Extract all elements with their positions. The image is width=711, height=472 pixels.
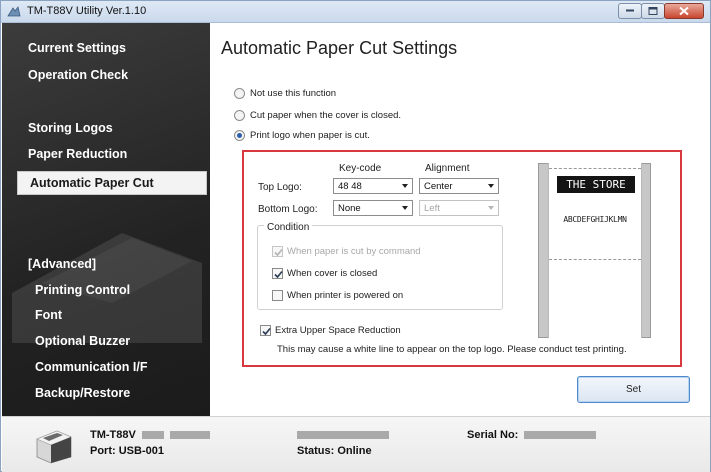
window-controls <box>618 3 704 19</box>
cut-line <box>549 259 641 260</box>
sidebar-item-storing-logos[interactable]: Storing Logos <box>28 121 113 135</box>
select-value: Left <box>424 203 440 214</box>
sidebar-item-automatic-paper-cut[interactable]: Automatic Paper Cut <box>17 171 207 195</box>
sidebar-section-advanced: [Advanced] <box>28 257 97 271</box>
bottom-logo-label: Bottom Logo: <box>258 204 318 215</box>
title-bar: TM-T88V Utility Ver.1.10 <box>1 1 710 23</box>
radio-print-logo-when-cut[interactable] <box>234 130 245 141</box>
chevron-down-icon <box>488 206 494 210</box>
option-label: Not use this function <box>250 88 337 99</box>
checkbox-label: When paper is cut by command <box>287 246 421 257</box>
select-value: None <box>338 203 361 214</box>
top-logo-keycode-select[interactable]: 48 48 <box>333 178 413 194</box>
test-printing-note: This may cause a white line to appear on… <box>277 344 627 355</box>
status-extra <box>297 429 389 441</box>
radio-cut-when-cover-closed[interactable] <box>234 110 245 121</box>
keycode-header: Key-code <box>339 163 382 174</box>
condition-powered-on[interactable]: When printer is powered on <box>272 290 403 301</box>
page-title: Automatic Paper Cut Settings <box>221 38 458 58</box>
app-icon <box>7 6 21 17</box>
sidebar-item-printing-control[interactable]: Printing Control <box>35 283 130 297</box>
top-logo-label: Top Logo: <box>258 182 302 193</box>
bottom-logo-keycode-select[interactable]: None <box>333 200 413 216</box>
option-label: Cut paper when the cover is closed. <box>250 110 402 121</box>
status-info: Status: Online <box>297 445 372 457</box>
checkbox-label: When printer is powered on <box>287 290 404 301</box>
sidebar-item-communication-if[interactable]: Communication I/F <box>35 360 148 374</box>
serial-label: Serial No: <box>467 429 519 441</box>
option-print-logo-when-cut[interactable]: Print logo when paper is cut. <box>234 130 370 141</box>
printer-icon <box>36 430 72 464</box>
sidebar-item-operation-check[interactable]: Operation Check <box>28 68 128 82</box>
chevron-down-icon <box>402 206 408 210</box>
sidebar-item-paper-reduction[interactable]: Paper Reduction <box>28 147 127 161</box>
sidebar-item-current-settings[interactable]: Current Settings <box>28 41 126 55</box>
checkbox-powered-on[interactable] <box>272 290 283 301</box>
serial-number: Serial No: <box>467 429 597 441</box>
bottom-logo-alignment-select: Left <box>419 200 499 216</box>
printer-model: TM-T88V <box>90 429 210 441</box>
condition-cut-by-command: When paper is cut by command <box>272 246 421 257</box>
redacted-field <box>141 431 164 440</box>
cut-line <box>549 168 641 169</box>
sidebar-item-font[interactable]: Font <box>35 308 62 322</box>
window-title: TM-T88V Utility Ver.1.10 <box>27 5 147 17</box>
extra-upper-space-reduction[interactable]: Extra Upper Space Reduction <box>260 325 401 336</box>
preview-logo: THE STORE <box>557 176 635 193</box>
option-cut-when-cover-closed[interactable]: Cut paper when the cover is closed. <box>234 110 401 121</box>
condition-cover-closed[interactable]: When cover is closed <box>272 268 377 279</box>
option-not-use[interactable]: Not use this function <box>234 88 336 99</box>
status-bar <box>2 416 710 472</box>
checkbox-label: Extra Upper Space Reduction <box>275 325 401 336</box>
set-button[interactable]: Set <box>577 376 690 403</box>
sidebar-item-backup-restore[interactable]: Backup/Restore <box>35 386 130 400</box>
checkbox-cover-closed[interactable] <box>272 268 283 279</box>
sidebar-item-optional-buzzer[interactable]: Optional Buzzer <box>35 334 130 348</box>
select-value: 48 48 <box>338 181 362 192</box>
checkbox-extra-upper-space[interactable] <box>260 325 271 336</box>
model-text: TM-T88V <box>90 429 136 441</box>
app-window: TM-T88V Utility Ver.1.10 Current Setting… <box>0 0 711 472</box>
condition-legend: Condition <box>264 222 313 233</box>
chevron-down-icon <box>402 184 408 188</box>
checkbox-cut-by-command <box>272 246 283 257</box>
chevron-down-icon <box>488 184 494 188</box>
redacted-field <box>297 431 389 440</box>
minimize-icon[interactable] <box>618 3 642 19</box>
checkbox-label: When cover is closed <box>287 268 378 279</box>
redacted-field <box>169 431 210 440</box>
maximize-icon[interactable] <box>641 3 665 19</box>
redacted-field <box>524 431 597 440</box>
port-info: Port: USB-001 <box>90 445 164 457</box>
select-value: Center <box>424 181 453 192</box>
alignment-header: Alignment <box>425 163 470 174</box>
preview-sample-text: ABCDEFGHIJKLMN <box>563 215 627 224</box>
radio-not-use[interactable] <box>234 88 245 99</box>
top-logo-alignment-select[interactable]: Center <box>419 178 499 194</box>
close-icon[interactable] <box>664 3 704 19</box>
option-label: Print logo when paper is cut. <box>250 130 370 141</box>
